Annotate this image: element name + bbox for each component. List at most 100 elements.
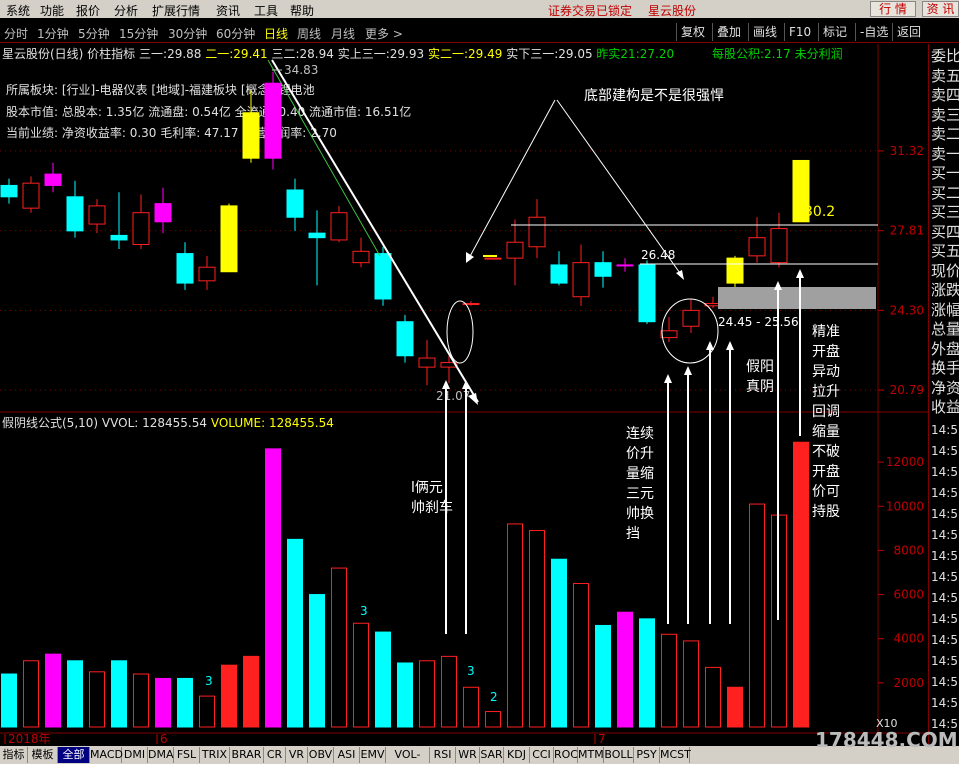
indicator-tab[interactable]: PSY [634,747,660,763]
period-5min[interactable]: 5分钟 [78,25,110,42]
indicator-tab[interactable]: MACD [90,747,123,763]
indicator-tab[interactable]: OBV [308,747,334,763]
volume-bar [397,662,413,728]
period-60min[interactable]: 60分钟 [216,25,255,42]
vol-marker-3b: 3 [205,674,213,688]
indicator-tab[interactable]: MCST [660,747,691,763]
trend-arrow-line [271,59,479,403]
period-intraday[interactable]: 分时 [4,25,28,42]
annotation-two-star: l俩元帅刹车 [411,478,455,518]
volume-bar [199,695,215,728]
menu-item-system[interactable]: 系统 [6,2,30,19]
menu-item-tools[interactable]: 工具 [254,2,278,19]
menu-item-news[interactable]: 资讯 [216,2,240,19]
indicator-tab[interactable]: EMV [360,747,386,763]
indicator-tab[interactable]: 模板 [28,747,58,763]
indicator-tab[interactable]: BRAR [230,747,264,763]
price-label: 34.83 [284,63,318,77]
tool-back[interactable]: 返回 [892,23,925,41]
volume-bar [309,594,325,728]
quote-label: 卖一 [931,144,959,163]
volume-axis-label: 8000 [893,543,924,557]
quote-button[interactable]: 行 情 [870,1,916,17]
candle-body [132,212,150,245]
period-15min[interactable]: 15分钟 [119,25,158,42]
date-axis-label: 7 [598,732,606,744]
stock-name: 星云股份 [648,4,697,18]
indicator-tab[interactable]: VR [286,747,308,763]
quote-label: 涨跌 [931,281,959,299]
candle-body [308,232,326,239]
candle-body [638,264,656,323]
volume-bar [45,653,61,728]
indicator-tab[interactable]: 全部 [58,747,90,763]
tool-watchlist[interactable]: -自选 [855,23,892,41]
tool-f10[interactable]: F10 [784,23,815,41]
volume-bar [551,558,567,728]
period-30min[interactable]: 30分钟 [168,25,207,42]
period-weekly[interactable]: 周线 [297,25,321,42]
tool-draw[interactable]: 画线 [748,23,781,41]
precise-text: 精准开盘异动拉升回调缩量不破开盘价可持股 [812,324,840,520]
period-1min[interactable]: 1分钟 [37,25,69,42]
candle-body [44,173,62,186]
indicator-tab[interactable]: CCI [530,747,554,763]
indicator-tab[interactable]: TRIX [200,747,230,763]
period-daily[interactable]: 日线 [264,25,288,42]
quote-label: 净资 [931,378,959,397]
menu-item-analysis[interactable]: 分析 [114,2,138,19]
candle-body [550,264,568,284]
price-axis-label: 27.81 [890,224,924,238]
indicator-tab[interactable]: FSL [174,747,200,763]
period-more[interactable]: 更多 > [365,25,403,42]
menu-item-function[interactable]: 功能 [40,2,64,19]
up-arrow-head [726,341,734,350]
indicator-tab[interactable]: ASI [334,747,360,763]
candle-body [154,203,172,223]
indicator-tab[interactable]: DMI [122,747,148,763]
tool-mark[interactable]: 标记 [818,23,851,41]
indicator-tab[interactable]: ROC [554,747,578,763]
price-label: 26.48 [641,248,675,262]
menu-item-extended[interactable]: 扩展行情 [152,2,200,19]
indicator-tab[interactable]: KDJ [504,747,530,763]
quote-label: 卖五 [931,66,959,85]
volume-bar [661,633,677,728]
indicator-tab[interactable]: SAR [480,747,504,763]
trade-time: 14:5 [931,654,958,668]
volume-header: 假阴线公式(5,10) VVOL: 128455.54 VOLUME: 1284… [2,414,334,431]
indicator-tab[interactable]: CR [264,747,286,763]
indicator-tab[interactable]: WR [456,747,480,763]
volume-bar [749,503,765,728]
indicator-tab[interactable]: 指标 [0,747,28,763]
volume-bar [485,711,501,728]
volume-bar [23,660,39,728]
menu-item-quote[interactable]: 报价 [76,2,100,19]
candle-body [616,264,634,267]
quote-label: 换手 [931,359,959,377]
indicator-tab[interactable]: BOLL [604,747,634,763]
info-button[interactable]: 资 讯 [922,1,959,17]
candle-body [594,262,612,277]
indicator-tab[interactable]: MTM [578,747,604,763]
trade-lock-status: 证券交易已锁定 [548,4,633,18]
indicator-tab[interactable]: RSI [430,747,456,763]
tool-overlay[interactable]: 叠加 [712,23,745,41]
volume-bar [287,538,303,728]
price-axis-label: 31.32 [890,144,924,158]
menu-bar: 系统 功能 报价 分析 扩展行情 资讯 工具 帮助 证券交易已锁定 星云股份 行… [0,0,959,18]
period-monthly[interactable]: 月线 [331,25,355,42]
candle-body [22,182,40,209]
candle-body [66,196,84,232]
up-arrow-head [774,281,782,290]
indicator-tab[interactable]: VOL-TDX [386,747,430,763]
kline-chart[interactable]: 34.8321.0726.4824.45 - 25.5630.2 31.3227… [0,44,931,744]
volume-axis-label: 2000 [893,676,924,690]
tool-adjust[interactable]: 复权 [676,23,709,41]
candle-body [506,241,524,259]
up-arrow-head [664,374,672,383]
indicator-tab[interactable]: DMA [148,747,174,763]
volume-axis-label: 4000 [893,632,924,646]
trade-time: 14:5 [931,528,958,542]
menu-item-help[interactable]: 帮助 [290,2,314,19]
